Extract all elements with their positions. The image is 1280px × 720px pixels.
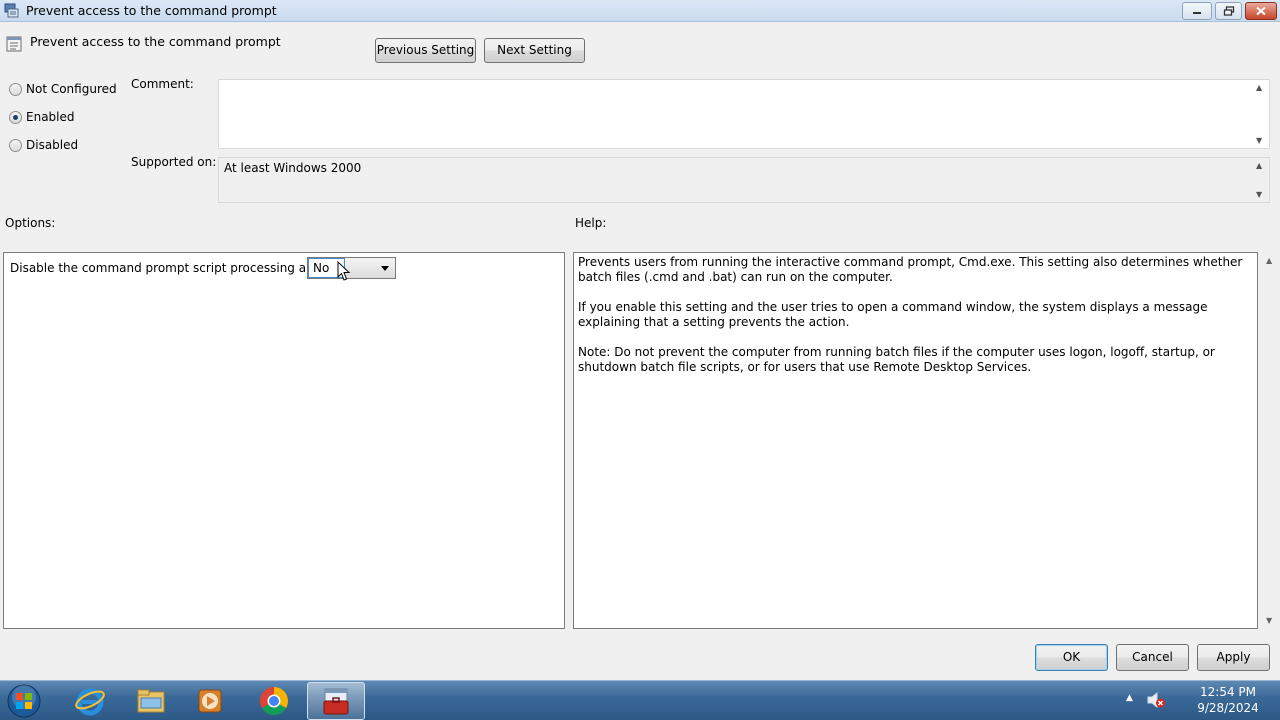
restore-button[interactable] <box>1215 2 1242 20</box>
title-bar[interactable]: Prevent access to the command prompt <box>0 0 1280 22</box>
scroll-up-icon[interactable]: ▲ <box>1256 161 1262 170</box>
mouse-pointer-icon <box>337 261 351 281</box>
internet-explorer-icon <box>75 688 105 716</box>
previous-setting-button[interactable]: Previous Setting <box>375 38 476 63</box>
clock-date: 9/28/2024 <box>1197 701 1259 715</box>
close-button[interactable] <box>1245 2 1277 20</box>
script-processing-dropdown[interactable]: No <box>307 257 396 279</box>
options-panel: Disable the command prompt script proces… <box>3 252 565 629</box>
setting-name: Prevent access to the command prompt <box>30 34 281 49</box>
supported-on-value: At least Windows 2000 <box>224 161 362 175</box>
help-heading: Help: <box>575 216 607 230</box>
next-setting-button[interactable]: Next Setting <box>484 38 585 63</box>
taskbar-windows-explorer[interactable] <box>122 682 180 720</box>
taskbar-internet-explorer[interactable] <box>61 682 119 720</box>
taskbar-clock[interactable]: 12:54 PM 9/28/2024 <box>1188 684 1268 716</box>
chevron-down-icon[interactable] <box>381 266 389 271</box>
help-panel: Prevents users from running the interact… <box>573 252 1258 629</box>
close-icon <box>1256 6 1266 16</box>
help-text: Prevents users from running the interact… <box>578 255 1254 390</box>
group-policy-editor-icon <box>323 688 349 715</box>
window-title: Prevent access to the command prompt <box>26 3 277 18</box>
minimize-icon <box>1193 12 1201 14</box>
supported-on-field: At least Windows 2000 ▲ ▼ <box>218 157 1270 203</box>
radio-button-selected[interactable] <box>9 111 22 124</box>
restore-icon <box>1223 6 1234 16</box>
comment-label: Comment: <box>131 77 194 91</box>
taskbar <box>0 680 1280 720</box>
comment-textarea[interactable]: ▲ ▼ <box>218 79 1270 149</box>
clock-time: 12:54 PM <box>1200 685 1256 699</box>
policy-setting-icon <box>6 36 22 52</box>
show-hidden-icons-icon[interactable]: ▲ <box>1126 693 1133 703</box>
scroll-down-icon[interactable]: ▼ <box>1256 136 1262 145</box>
group-policy-icon <box>4 3 19 18</box>
speaker-muted-icon[interactable] <box>1146 691 1166 709</box>
radio-label: Not Configured <box>26 82 117 96</box>
script-processing-label: Disable the command prompt script proces… <box>10 261 330 275</box>
options-heading: Options: <box>5 216 56 230</box>
scroll-up-icon[interactable]: ▲ <box>1266 256 1272 265</box>
taskbar-group-policy-editor[interactable] <box>307 682 365 720</box>
scroll-down-icon[interactable]: ▼ <box>1256 190 1262 199</box>
scroll-up-icon[interactable]: ▲ <box>1256 83 1262 92</box>
help-scrollbar[interactable]: ▲ ▼ <box>1262 252 1279 629</box>
minimize-button[interactable] <box>1182 2 1212 20</box>
windows-explorer-icon <box>137 689 165 713</box>
comment-scrollbar[interactable]: ▲ ▼ <box>1252 80 1269 148</box>
supported-scrollbar[interactable]: ▲ ▼ <box>1252 158 1269 202</box>
taskbar-media-player[interactable] <box>182 682 240 720</box>
cancel-button[interactable]: Cancel <box>1116 644 1189 671</box>
media-player-icon <box>198 689 222 713</box>
supported-on-label: Supported on: <box>131 155 217 169</box>
help-paragraph: If you enable this setting and the user … <box>578 300 1208 329</box>
ok-button[interactable]: OK <box>1035 644 1108 671</box>
radio-label: Disabled <box>26 138 79 152</box>
chrome-icon <box>260 687 288 715</box>
help-paragraph: Note: Do not prevent the computer from r… <box>578 345 1215 374</box>
radio-label: Enabled <box>26 110 75 124</box>
start-button-icon[interactable] <box>5 683 43 719</box>
help-paragraph: Prevents users from running the interact… <box>578 255 1243 284</box>
radio-button[interactable] <box>9 139 22 152</box>
scroll-down-icon[interactable]: ▼ <box>1266 616 1272 625</box>
apply-button[interactable]: Apply <box>1197 644 1270 671</box>
radio-button[interactable] <box>9 83 22 96</box>
taskbar-chrome[interactable] <box>245 682 303 720</box>
